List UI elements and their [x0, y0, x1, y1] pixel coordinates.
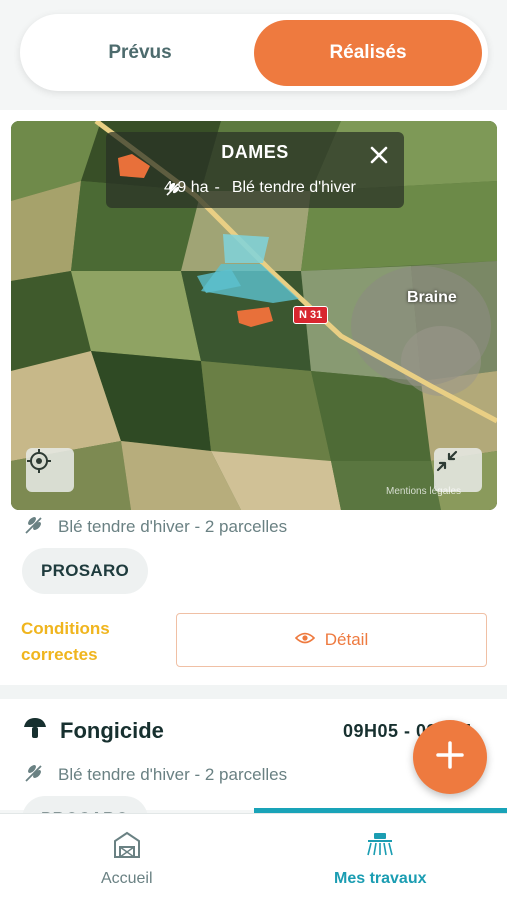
close-icon[interactable] — [368, 144, 394, 170]
crop-line: Blé tendre d'hiver - 2 parcelles — [22, 512, 287, 541]
conditions-status: Conditions correctes — [21, 619, 110, 664]
map-view[interactable]: Braine N 31 DAMES 4.9 ha - Blé tendre d'… — [11, 121, 497, 510]
wheat-icon — [22, 760, 46, 789]
detail-button-label: Détail — [324, 630, 369, 649]
farm-icon — [112, 831, 142, 864]
nav-item-works[interactable]: Mes travaux — [254, 814, 507, 900]
add-work-button[interactable] — [413, 720, 487, 794]
eye-icon — [294, 630, 315, 650]
product-chip: PROSARO — [22, 548, 149, 594]
popup-separator: - — [214, 179, 220, 196]
map-road-badge: N 31 — [293, 306, 329, 324]
work-title: Fongicide — [60, 717, 164, 743]
nav-item-home[interactable]: Accueil — [0, 814, 254, 900]
wheat-icon — [22, 512, 46, 541]
tab-toggle: Prévus Réalisés — [20, 14, 488, 91]
detail-button[interactable]: Détail — [176, 613, 487, 667]
map-town-label: Braine — [407, 289, 457, 306]
crop-line-text: Blé tendre d'hiver - 2 parcelles — [58, 764, 288, 784]
item-separator — [0, 685, 507, 699]
work-header[interactable]: Fongicide — [22, 716, 164, 745]
bottom-nav: Accueil Mes travaux — [0, 813, 507, 900]
locate-button[interactable] — [26, 448, 74, 492]
tab-planned[interactable]: Prévus — [26, 20, 254, 86]
crop-line: Blé tendre d'hiver - 2 parcelles — [22, 760, 287, 789]
nav-label-home: Accueil — [100, 870, 153, 887]
map-credit-link[interactable]: Mentions légales — [386, 486, 461, 497]
mushroom-icon — [22, 716, 48, 745]
plus-icon — [435, 740, 465, 775]
tab-done[interactable]: Réalisés — [254, 19, 482, 86]
popup-parcel-info: 4.9 ha - Blé tendre d'hiver — [164, 179, 356, 197]
nav-label-works: Mes travaux — [334, 870, 427, 887]
crop-line-text: Blé tendre d'hiver - 2 parcelles — [58, 516, 288, 536]
parcel-popup[interactable]: DAMES 4.9 ha - Blé tendre d'hiver — [106, 132, 404, 208]
sprayer-icon — [365, 831, 395, 864]
popup-crop: Blé tendre d'hiver — [231, 179, 356, 196]
popup-parcel-name: DAMES — [221, 142, 289, 162]
